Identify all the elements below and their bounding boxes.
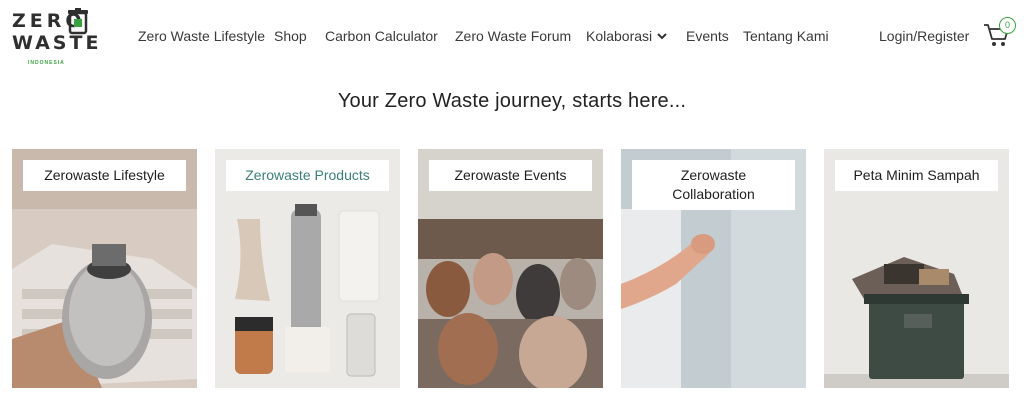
card-label: Zerowaste Events [429,160,592,191]
card-label: Zerowaste Lifestyle [23,160,186,191]
logo-text-waste: WASTE [12,32,102,54]
nav-item-kolaborasi[interactable]: Kolaborasi [586,27,652,45]
nav-item-zero-waste-lifestyle[interactable]: Zero Waste Lifestyle [138,27,265,45]
cart-count-badge: 0 [999,17,1016,34]
site-header: ZERO WASTE INDONESIA Zero Waste Lifestyl… [0,0,1024,72]
nav-item-zero-waste-forum[interactable]: Zero Waste Forum [455,27,571,45]
hero-tagline: Your Zero Waste journey, starts here... [337,90,687,112]
nav-item-shop[interactable]: Shop [274,27,307,45]
nav-item-carbon-calculator[interactable]: Carbon Calculator [325,27,438,45]
card-peta-minim-sampah[interactable]: Peta Minim Sampah [824,149,1009,388]
card-label: Zerowaste Collaboration [632,160,795,210]
card-label: Peta Minim Sampah [835,160,998,191]
card-zerowaste-lifestyle[interactable]: Zerowaste Lifestyle [12,149,197,388]
nav-item-events[interactable]: Events [686,27,729,45]
card-zerowaste-events[interactable]: Zerowaste Events [418,149,603,388]
bin-icon [68,8,88,35]
zero-waste-logo[interactable]: ZERO WASTE INDONESIA [12,8,98,66]
card-zerowaste-collaboration[interactable]: Zerowaste Collaboration [621,149,806,388]
nav-item-tentang-kami[interactable]: Tentang Kami [743,27,829,45]
logo-subtitle: INDONESIA [28,60,65,66]
chevron-down-icon[interactable] [656,30,668,42]
card-zerowaste-products[interactable]: Zerowaste Products [215,149,400,388]
card-label: Zerowaste Products [226,160,389,191]
login-register-link[interactable]: Login/Register [879,27,969,45]
